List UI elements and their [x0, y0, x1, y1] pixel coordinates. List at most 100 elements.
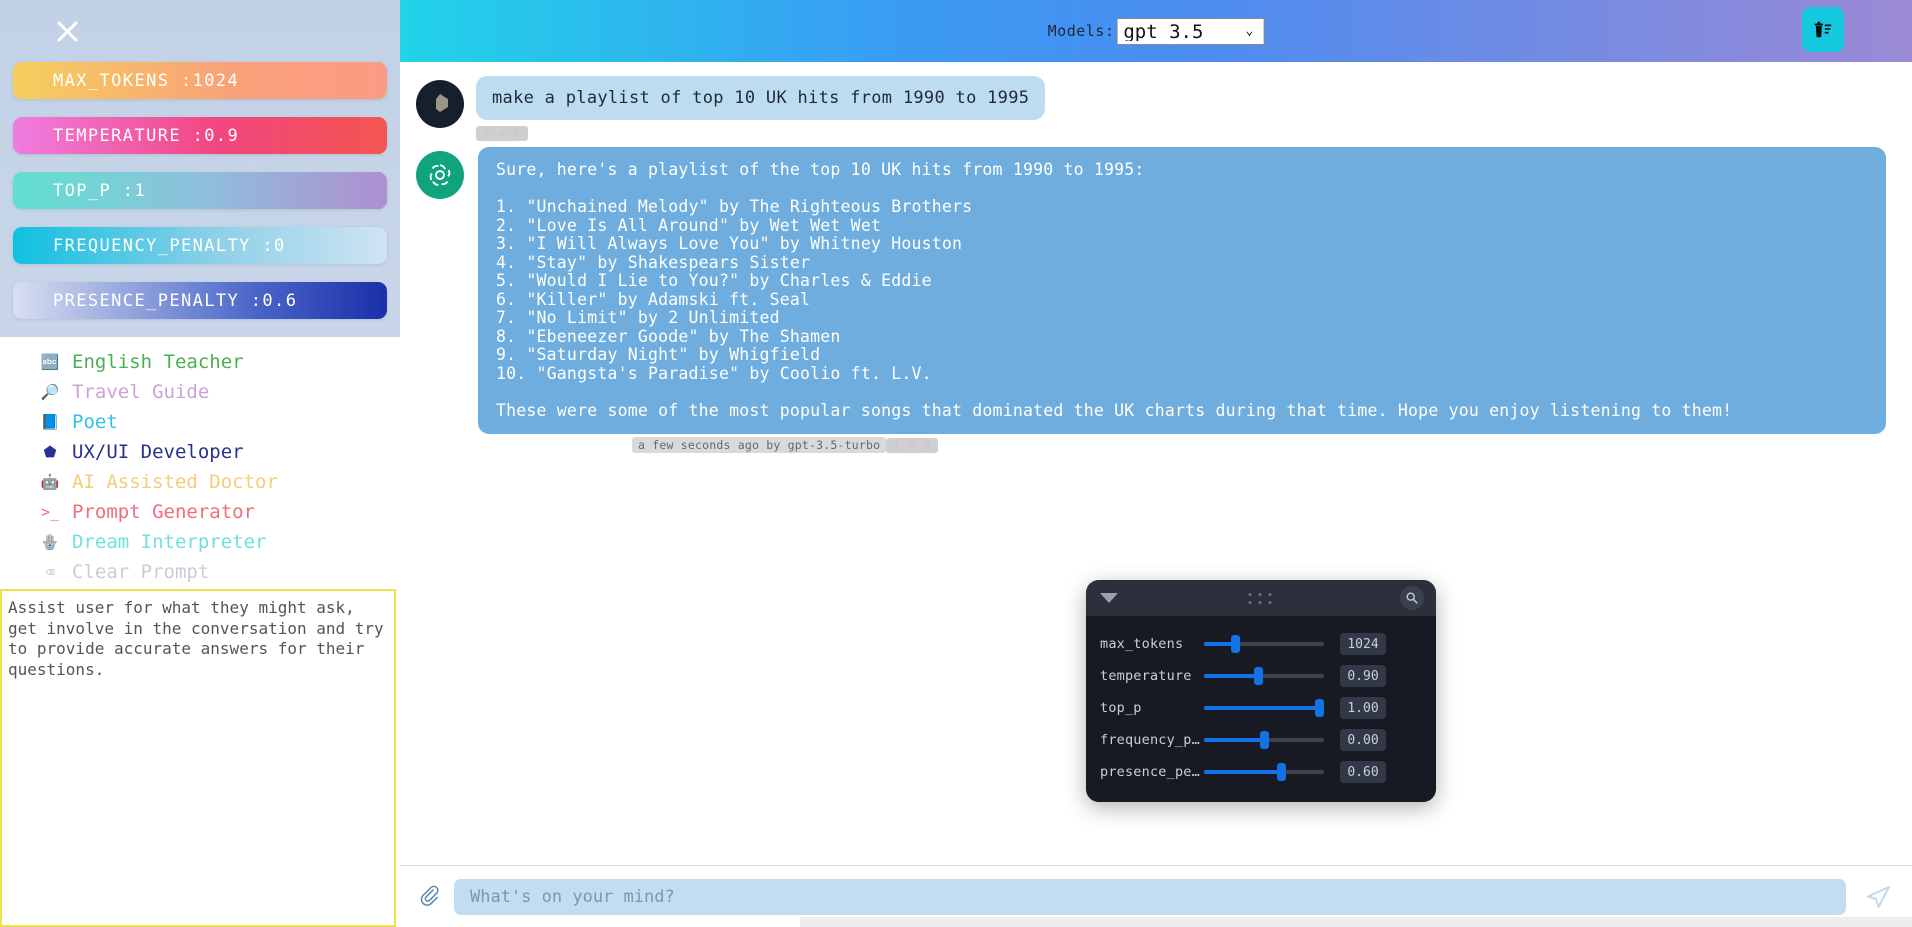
prompt-preset-label: Dream Interpreter — [72, 531, 267, 553]
user-message-column: make a playlist of top 10 UK hits from 1… — [476, 76, 1046, 141]
model-select-wrapper: gpt 3.5 ⌄ — [1116, 17, 1265, 45]
clear-chat-button[interactable] — [1802, 7, 1844, 52]
slider-track[interactable] — [1204, 667, 1324, 685]
top-header-bar: Models: gpt 3.5 ⌄ — [400, 0, 1912, 62]
model-select[interactable]: gpt 3.5 — [1116, 17, 1265, 45]
user-message-badge: T = S — [476, 126, 529, 141]
sidebar: MAX_TOKENS :1024 TEMPERATURE :0.9 TOP_P … — [0, 0, 400, 927]
assistant-timestamp: a few seconds ago by gpt-3.5-turbo — [632, 437, 887, 453]
slider-fill — [1204, 738, 1264, 742]
send-plane-icon — [1867, 885, 1890, 908]
prompt-preset-item[interactable]: 📘 Poet — [40, 409, 400, 435]
system-prompt-textarea[interactable] — [0, 589, 396, 927]
slider-row: frequency_p… 0.00 — [1100, 724, 1422, 756]
parameter-chip-top-p[interactable]: TOP_P :1 — [13, 172, 387, 209]
parameter-chip-max-tokens[interactable]: MAX_TOKENS :1024 — [13, 62, 387, 99]
prompt-preset-item[interactable]: 🪬 Dream Interpreter — [40, 529, 400, 555]
prompt-preset-item[interactable]: 🔤 English Teacher — [40, 349, 400, 375]
slider-row: top_p 1.00 — [1100, 692, 1422, 724]
assistant-message-meta: a few seconds ago by gpt-3.5-turbo T = S — [400, 437, 1912, 453]
send-button[interactable] — [1860, 883, 1896, 911]
parameter-chip-presence-penalty[interactable]: PRESENCE_PENALTY :0.6 — [13, 282, 387, 319]
slider-fill — [1204, 706, 1320, 710]
settings-slider-list: max_tokens 1024 temperature 0.90 top_p 1.00 fr… — [1086, 616, 1436, 802]
assistant-message-row: Sure, here's a playlist of the top 10 UK… — [400, 141, 1912, 434]
slider-row: temperature 0.90 — [1100, 660, 1422, 692]
settings-panel: max_tokens 1024 temperature 0.90 top_p 1.00 fr… — [1086, 580, 1436, 802]
slider-track[interactable] — [1204, 763, 1324, 781]
prompt-preset-item[interactable]: 🔎 Travel Guide — [40, 379, 400, 405]
avatar-user — [416, 80, 464, 128]
prompt-preset-item[interactable]: ⬟ UX/UI Developer — [40, 439, 400, 465]
avatar-assistant — [416, 151, 464, 199]
parameter-chip-label: MAX_TOKENS :1024 — [53, 70, 240, 91]
close-icon[interactable] — [52, 16, 82, 46]
parameter-chip-temperature[interactable]: TEMPERATURE :0.9 — [13, 117, 387, 154]
parameter-chip-label: PRESENCE_PENALTY :0.6 — [53, 290, 298, 311]
prompt-preset-item[interactable]: 🤖 AI Assisted Doctor — [40, 469, 400, 495]
message-input[interactable] — [454, 878, 1846, 915]
prompt-preset-label: Poet — [72, 411, 118, 433]
parameter-chip-label: TEMPERATURE :0.9 — [53, 125, 240, 146]
slider-row: max_tokens 1024 — [1100, 628, 1422, 660]
drag-dots-icon[interactable] — [1248, 592, 1274, 604]
footer-strip — [800, 917, 1912, 927]
openai-logo-icon — [429, 164, 451, 186]
slider-thumb[interactable] — [1231, 635, 1241, 653]
prompt-preset-icon: 🤖 — [40, 473, 60, 491]
prompt-preset-item[interactable]: >_ Prompt Generator — [40, 499, 400, 525]
prompt-preset-icon: 🔎 — [40, 383, 60, 401]
magnifier-icon[interactable] — [1400, 586, 1424, 610]
slider-value: 1.00 — [1340, 697, 1386, 719]
magnifier-glyph — [1406, 592, 1418, 604]
prompt-preset-list: 🔤 English Teacher 🔎 Travel Guide 📘 Poet ⬟ UX/UI… — [0, 337, 400, 589]
paperclip-glyph — [420, 885, 439, 906]
prompt-preset-icon: 📘 — [40, 413, 60, 431]
assistant-message-badge: T = S — [886, 437, 939, 453]
prompt-preset-label: English Teacher — [72, 351, 244, 373]
prompt-preset-label: Prompt Generator — [72, 501, 256, 523]
parameter-chip-label: FREQUENCY_PENALTY :0 — [53, 235, 286, 256]
slider-thumb[interactable] — [1315, 699, 1325, 717]
model-selector-group: Models: gpt 3.5 ⌄ — [1047, 17, 1265, 45]
slider-track[interactable] — [1204, 635, 1324, 653]
caret-down-icon[interactable] — [1100, 593, 1118, 603]
prompt-preset-icon: 🪬 — [40, 533, 60, 551]
slider-label: temperature — [1100, 668, 1192, 684]
prompt-preset-icon: 🔤 — [40, 353, 60, 371]
user-avatar-icon — [436, 94, 448, 112]
slider-thumb[interactable] — [1254, 667, 1263, 685]
chat-area: make a playlist of top 10 UK hits from 1… — [400, 62, 1912, 865]
prompt-preset-item[interactable]: ⌫ Clear Prompt — [40, 559, 400, 585]
parameter-chip-list: MAX_TOKENS :1024 TEMPERATURE :0.9 TOP_P … — [0, 62, 400, 319]
models-label: Models: — [1047, 22, 1115, 40]
slider-value: 0.60 — [1340, 761, 1386, 783]
prompt-preset-label: Clear Prompt — [72, 561, 210, 583]
slider-track[interactable] — [1204, 699, 1325, 717]
slider-label: frequency_p… — [1100, 732, 1200, 748]
slider-value: 0.00 — [1340, 729, 1386, 751]
app-root: MAX_TOKENS :1024 TEMPERATURE :0.9 TOP_P … — [0, 0, 1912, 927]
trash-list-icon — [1814, 21, 1832, 37]
slider-label: presence_pe… — [1100, 764, 1200, 780]
prompt-preset-label: UX/UI Developer — [72, 441, 244, 463]
user-message-bubble: make a playlist of top 10 UK hits from 1… — [476, 76, 1046, 120]
prompt-preset-icon: ⌫ — [45, 563, 55, 581]
main-panel: Models: gpt 3.5 ⌄ make a playlist of top… — [400, 0, 1912, 927]
prompt-preset-label: Travel Guide — [72, 381, 210, 403]
sidebar-top: MAX_TOKENS :1024 TEMPERATURE :0.9 TOP_P … — [0, 0, 400, 337]
slider-value: 1024 — [1340, 633, 1386, 655]
slider-thumb[interactable] — [1276, 763, 1286, 781]
sidebar-close-row — [0, 0, 400, 62]
slider-fill — [1204, 674, 1258, 678]
settings-panel-header[interactable] — [1086, 580, 1436, 616]
paperclip-icon[interactable] — [418, 883, 440, 911]
slider-thumb[interactable] — [1260, 731, 1269, 749]
parameter-chip-label: TOP_P :1 — [53, 180, 147, 201]
prompt-preset-icon: ⬟ — [43, 443, 57, 461]
parameter-chip-frequency-penalty[interactable]: FREQUENCY_PENALTY :0 — [13, 227, 387, 264]
system-prompt-container — [0, 589, 400, 927]
assistant-message-bubble: Sure, here's a playlist of the top 10 UK… — [478, 147, 1886, 434]
slider-track[interactable] — [1204, 731, 1324, 749]
slider-fill — [1204, 770, 1281, 774]
